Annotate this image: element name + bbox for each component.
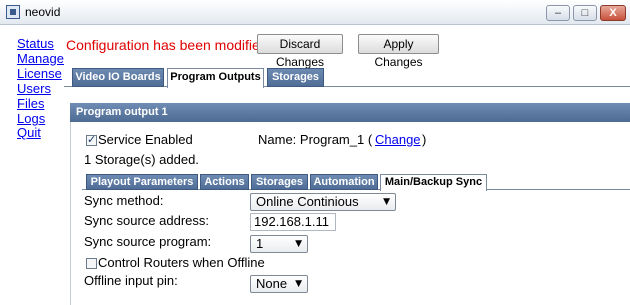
- control-routers-label: Control Routers when Offline: [98, 255, 265, 270]
- chevron-down-icon: ▼: [295, 239, 302, 249]
- config-modified-message: Configuration has been modified: [66, 37, 268, 53]
- chevron-down-icon: ▼: [383, 197, 390, 207]
- sync-source-program-value: 1: [256, 236, 264, 251]
- service-enabled-checkbox[interactable]: [86, 133, 97, 146]
- close-button[interactable]: X: [600, 5, 626, 21]
- program-name-label: Name: Program_1 (: [258, 132, 373, 147]
- nav-link-status[interactable]: Status: [17, 36, 54, 51]
- apply-changes-button[interactable]: Apply Changes: [358, 34, 439, 69]
- sync-method-label: Sync method:: [84, 193, 164, 208]
- window-title: neovid: [25, 5, 61, 19]
- storage-count-info: 1 Storage(s) added.: [84, 152, 199, 167]
- offline-input-pin-label: Offline input pin:: [84, 273, 178, 288]
- subtab-playout-parameters[interactable]: Playout Parameters: [86, 174, 198, 190]
- panel-title: Program output 1: [70, 103, 630, 122]
- subtab-main-backup-sync[interactable]: Main/Backup Sync: [380, 174, 487, 191]
- subtab-automation[interactable]: Automation: [310, 174, 378, 190]
- nav-link-quit[interactable]: Quit: [17, 125, 41, 140]
- offline-input-pin-value: None: [256, 276, 288, 291]
- sync-source-program-label: Sync source program:: [84, 234, 212, 249]
- chevron-down-icon: ▼: [295, 279, 302, 289]
- sync-method-select[interactable]: Online Continious ▼: [250, 193, 396, 211]
- tab-video-io-boards[interactable]: Video IO Boards: [72, 68, 164, 87]
- sync-source-address-label: Sync source address:: [84, 213, 210, 228]
- service-enabled-label: Service Enabled: [98, 132, 193, 147]
- offline-input-pin-select[interactable]: None ▼: [250, 275, 308, 293]
- subtab-actions[interactable]: Actions: [200, 174, 249, 190]
- sync-method-value: Online Continious: [256, 194, 359, 209]
- tab-program-outputs[interactable]: Program Outputs: [167, 68, 264, 88]
- change-name-link[interactable]: Change: [375, 132, 421, 147]
- minimize-button[interactable]: –: [546, 5, 570, 21]
- subtab-storages[interactable]: Storages: [251, 174, 308, 190]
- discard-changes-button[interactable]: Discard Changes: [257, 34, 343, 69]
- sync-source-address-input[interactable]: 192.168.1.11: [250, 213, 336, 231]
- maximize-button[interactable]: □: [573, 5, 597, 21]
- tab-storages[interactable]: Storages: [267, 68, 324, 87]
- sync-source-program-select[interactable]: 1 ▼: [250, 235, 308, 253]
- nav-link-manage[interactable]: Manage: [17, 51, 64, 66]
- app-icon: [6, 5, 20, 19]
- nav-link-users[interactable]: Users: [17, 81, 51, 96]
- control-routers-checkbox[interactable]: [86, 258, 97, 269]
- nav-link-logs[interactable]: Logs: [17, 111, 45, 126]
- nav-link-license[interactable]: License: [17, 66, 62, 81]
- nav-link-files[interactable]: Files: [17, 96, 44, 111]
- window-title-bar: [0, 0, 630, 25]
- name-close-paren: ): [422, 132, 427, 147]
